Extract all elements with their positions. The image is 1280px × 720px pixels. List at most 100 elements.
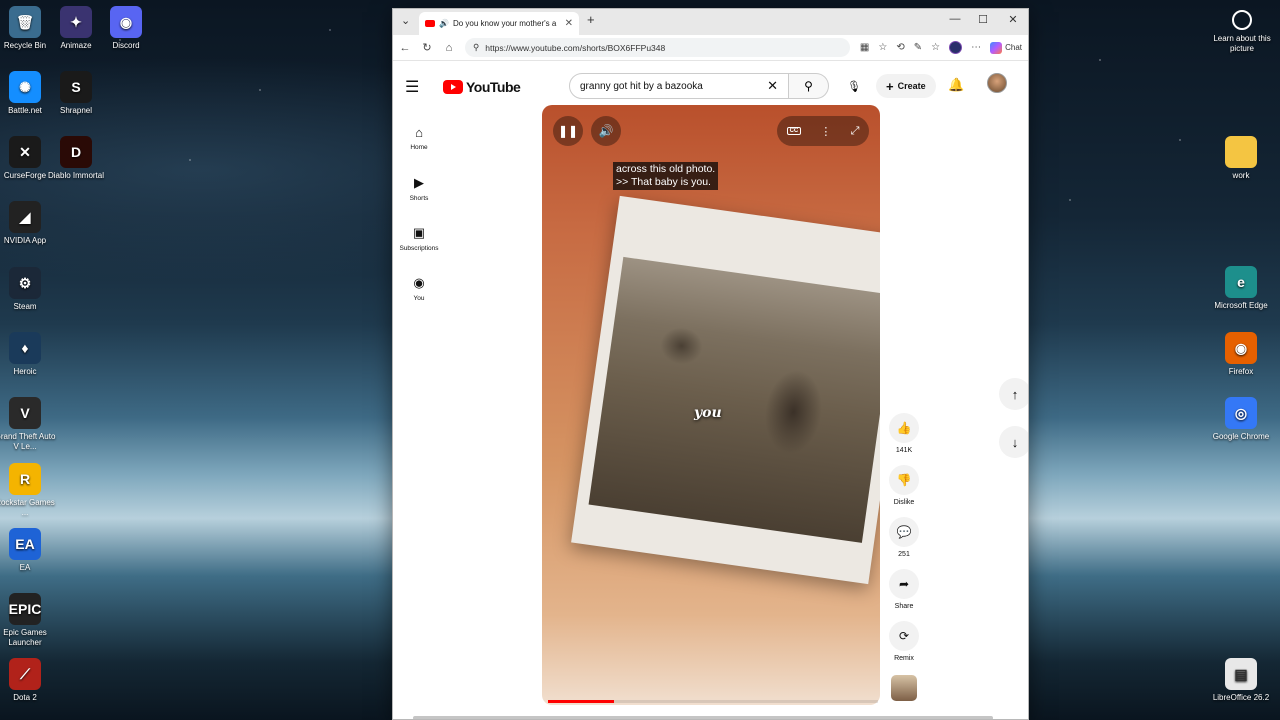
desktop-icon-label: NVIDIA App <box>3 236 47 245</box>
chat-button[interactable]: Chat <box>990 41 1022 54</box>
close-window-icon[interactable]: ✕ <box>1003 13 1023 26</box>
user-avatar[interactable] <box>987 73 1007 93</box>
shorts-player[interactable]: across this old photo. >> That baby is y… <box>542 105 880 705</box>
learn-about-picture[interactable]: Learn about this picture <box>1212 10 1272 54</box>
desktop-icon-work[interactable]: work <box>1210 136 1272 181</box>
home-icon[interactable]: ⌂ <box>443 42 455 54</box>
refresh-icon[interactable]: ↻ <box>421 41 433 54</box>
desktop-icon-label: Animaze <box>60 41 92 50</box>
thumbs-up-icon: 👍 <box>889 413 919 443</box>
tab-close-icon[interactable]: ✕ <box>565 18 573 29</box>
favorite-star-icon[interactable]: ☆ <box>878 42 887 53</box>
shorts-icon: ▶ <box>414 174 424 190</box>
desktop-icon-libreoffice-26-2[interactable]: ▤ LibreOffice 26.2 <box>1210 658 1272 703</box>
url-text: https://www.youtube.com/shorts/BOX6FFPu3… <box>485 42 666 53</box>
fullscreen-icon[interactable]: ⤢ <box>851 125 860 138</box>
diablo-immortal-icon: D <box>60 136 92 168</box>
desktop-icon-dota-2[interactable]: ⟋ Dota 2 <box>0 658 56 703</box>
desktop-icon-diablo-immortal[interactable]: D Diablo Immortal <box>45 136 107 181</box>
maximize-icon[interactable]: ☐ <box>973 13 993 26</box>
sidebar-item-subscriptions[interactable]: ▣ Subscriptions <box>393 213 445 263</box>
desktop-icon-epic-games-launcher[interactable]: EPIC Epic Games Launcher <box>0 593 56 648</box>
logo-text: YouTube <box>466 79 521 95</box>
menu-icon[interactable]: ☰ <box>405 77 433 97</box>
more-menu-icon[interactable]: ⋯ <box>971 42 981 53</box>
sidebar-item-home[interactable]: ⌂ Home <box>393 113 445 163</box>
desktop-icon-label: Battle.net <box>8 106 42 115</box>
desktop-icon-shrapnel[interactable]: S Shrapnel <box>45 71 107 116</box>
back-icon[interactable]: ← <box>399 42 411 54</box>
reader-icon[interactable]: ▦ <box>860 42 869 53</box>
next-short-button[interactable]: ↓ <box>999 426 1028 458</box>
desktop-icon-rockstar-games[interactable]: R Rockstar Games ... <box>0 463 56 518</box>
discord-icon: ◉ <box>110 6 142 38</box>
desktop-icon-ea[interactable]: EA EA <box>0 528 56 573</box>
desktop-icon-heroic[interactable]: ♦ Heroic <box>0 332 56 377</box>
desktop-icon-label: Firefox <box>1228 367 1254 376</box>
profile-avatar[interactable] <box>949 41 963 54</box>
horizontal-scrollbar[interactable] <box>413 716 993 719</box>
search-value: granny got hit by a bazooka <box>580 80 703 92</box>
desktop-icon-label: LibreOffice 26.2 <box>1212 693 1270 702</box>
progress-bar[interactable] <box>548 700 878 703</box>
minimize-icon[interactable]: — <box>945 13 965 25</box>
like-action[interactable]: 👍 141K <box>889 413 919 465</box>
clear-search-icon[interactable]: ✕ <box>767 78 778 94</box>
desktop-icon-label: Discord <box>112 41 140 50</box>
extensions-icon[interactable]: ⟲ <box>896 42 904 53</box>
google-chrome-icon: ◎ <box>1225 397 1257 429</box>
desktop-icon-steam[interactable]: ⚙ Steam <box>0 267 56 312</box>
remix-label: Remix <box>894 655 914 662</box>
desktop-icon-label: Recycle Bin <box>3 41 47 50</box>
sidebar-item-you[interactable]: ◉ You <box>393 263 445 313</box>
favorites-icon[interactable]: ☆ <box>931 42 940 53</box>
previous-short-button[interactable]: ↑ <box>999 378 1028 410</box>
search-button[interactable]: ⚲ <box>789 73 829 99</box>
notifications-bell-icon[interactable]: 🔔 <box>948 77 964 93</box>
sidebar-item-shorts[interactable]: ▶ Shorts <box>393 163 445 213</box>
desktop-icon-google-chrome[interactable]: ◎ Google Chrome <box>1210 397 1272 442</box>
sound-thumbnail[interactable] <box>891 675 917 701</box>
search-input[interactable]: granny got hit by a bazooka ✕ <box>569 73 789 99</box>
sidebar-item-label: Subscriptions <box>399 244 439 252</box>
voice-search-button[interactable]: 🎙 <box>843 75 865 97</box>
dislike-label: Dislike <box>893 499 915 506</box>
comment-count: 251 <box>898 551 910 558</box>
youtube-favicon-icon <box>425 20 435 27</box>
desktop-icon-grand-theft-auto-v-le[interactable]: V Grand Theft Auto V Le... <box>0 397 56 452</box>
desktop-icon-label: Heroic <box>13 367 37 376</box>
create-button[interactable]: + Create <box>876 74 936 98</box>
url-field[interactable]: ⚲ https://www.youtube.com/shorts/BOX6FFP… <box>465 38 850 57</box>
desktop-icon-nvidia-app[interactable]: ◢ NVIDIA App <box>0 201 56 246</box>
desktop-icon-discord[interactable]: ◉ Discord <box>95 6 157 51</box>
desktop-icon-label: Shrapnel <box>59 106 93 115</box>
volume-button[interactable]: 🔊 <box>591 116 621 146</box>
dislike-action[interactable]: 👎 Dislike <box>889 465 919 517</box>
grand-theft-auto-v-le-icon: V <box>9 397 41 429</box>
share-action[interactable]: ➦ Share <box>889 569 919 621</box>
photo-image <box>588 256 880 543</box>
pause-icon: ❚❚ <box>557 124 579 138</box>
desktop-icon-firefox[interactable]: ◉ Firefox <box>1210 332 1272 377</box>
comment-action[interactable]: 💬 251 <box>889 517 919 569</box>
new-tab-icon[interactable]: + <box>587 12 595 27</box>
sidebar-item-label: Shorts <box>409 194 429 202</box>
site-info-icon[interactable]: ⚲ <box>473 42 479 53</box>
active-tab[interactable]: 🔊 Do you know your mother's a ✕ <box>419 12 579 35</box>
youtube-play-icon <box>443 80 463 94</box>
speaker-icon[interactable]: 🔊 <box>439 19 449 28</box>
captions-icon[interactable]: CC <box>786 127 802 135</box>
curseforge-icon: ✕ <box>9 136 41 168</box>
create-label: Create <box>897 81 926 91</box>
youtube-logo[interactable]: YouTube <box>443 79 521 95</box>
progress-fill <box>548 700 614 703</box>
desktop-icon-microsoft-edge[interactable]: e Microsoft Edge <box>1210 266 1272 311</box>
tab-list-icon[interactable]: ⌄ <box>401 14 410 27</box>
more-options-icon[interactable]: ⋮ <box>820 125 831 138</box>
pause-button[interactable]: ❚❚ <box>553 116 583 146</box>
puzzle-icon[interactable]: ✎ <box>914 42 922 53</box>
remix-action[interactable]: ⟳ Remix <box>889 621 919 673</box>
arrow-up-icon: ↑ <box>1011 386 1019 402</box>
overlay-text: you <box>694 405 722 421</box>
closed-captions: across this old photo. >> That baby is y… <box>613 162 719 190</box>
